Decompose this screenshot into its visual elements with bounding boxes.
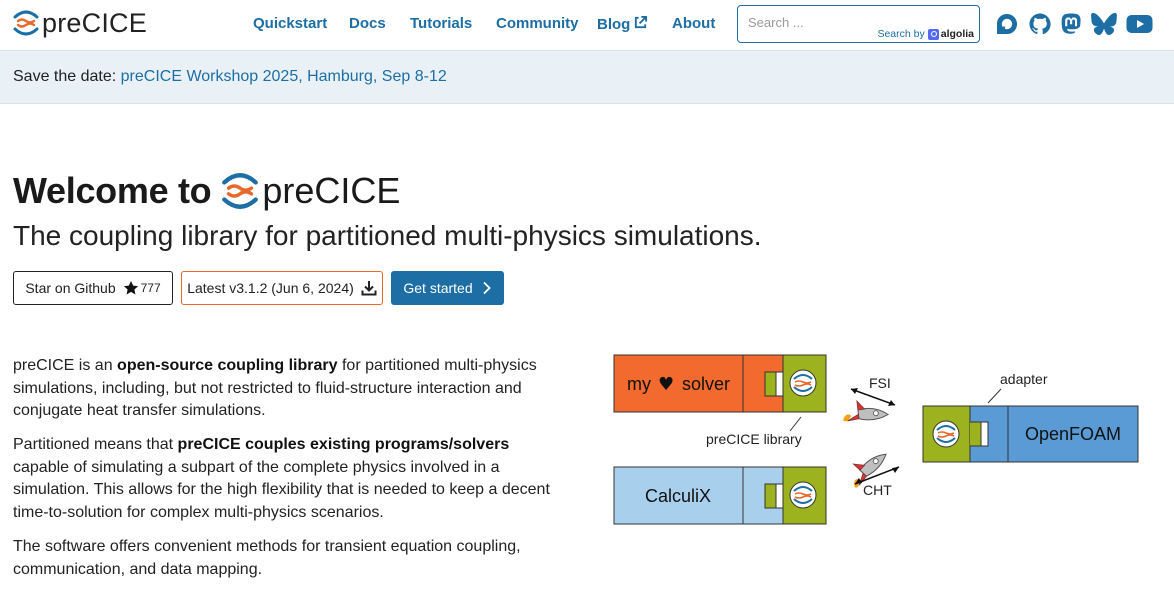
intro-p1-text-a: preCICE is an <box>13 357 118 374</box>
precice-library-label: preCICE library <box>706 431 802 447</box>
search-box: Search by algolia <box>737 5 980 43</box>
nav-docs[interactable]: Docs <box>349 15 386 32</box>
latest-release-button[interactable]: Latest v3.1.2 (Jun 6, 2024) <box>181 271 383 305</box>
banner-text: Save the date: preCICE Workshop 2025, Ha… <box>13 68 447 86</box>
brand-logo[interactable]: preCICE <box>13 9 147 37</box>
get-started-label: Get started <box>403 280 473 296</box>
hero-brand-name: preCICE <box>262 170 401 211</box>
banner-prefix: Save the date: <box>13 68 117 85</box>
youtube-icon[interactable] <box>1126 12 1153 36</box>
star-button-label: Star on Github <box>25 280 116 296</box>
nav-blog[interactable]: Blog <box>597 15 648 33</box>
precice-logo-icon <box>13 10 39 36</box>
nav-blog-label: Blog <box>597 16 631 33</box>
brand-name: preCICE <box>42 7 147 38</box>
hero-logo: preCICE <box>221 170 400 212</box>
announcement-banner: Save the date: preCICE Workshop 2025, Ha… <box>0 50 1174 104</box>
nav-tutorials[interactable]: Tutorials <box>410 15 472 32</box>
coupling-diagram: my ♥ solver preCICE library CalculiX FSI… <box>613 354 1139 525</box>
solver-openfoam-block: OpenFOAM <box>922 405 1139 463</box>
solver-calculix-block: CalculiX <box>613 466 827 525</box>
intro-paragraph-3: The software offers convenient methods f… <box>13 538 521 578</box>
nav-community[interactable]: Community <box>496 15 579 32</box>
chevron-right-icon <box>482 281 491 295</box>
cht-label: CHT <box>863 482 892 498</box>
navbar: preCICE Quickstart Docs Tutorials Commun… <box>0 0 1174 50</box>
solver3-label: OpenFOAM <box>1025 424 1121 444</box>
fsi-rocket-icon <box>842 398 890 436</box>
welcome-text: Welcome to <box>13 170 212 211</box>
bluesky-icon[interactable] <box>1091 12 1117 36</box>
heart-icon: ♥ <box>658 374 674 395</box>
nav-about[interactable]: About <box>672 15 715 32</box>
discourse-icon[interactable] <box>995 12 1019 36</box>
external-link-icon <box>635 15 648 29</box>
solver1-label-a: my <box>627 374 651 394</box>
mastodon-icon[interactable] <box>1060 12 1083 36</box>
algolia-icon <box>927 28 939 40</box>
intro-p2-text-a: Partitioned means that <box>13 436 178 453</box>
intro-paragraph-1: preCICE is an open-source coupling libra… <box>13 355 563 423</box>
download-icon <box>361 281 377 296</box>
intro-p2-text-c: capable of simulating a subpart of the c… <box>13 458 550 522</box>
algolia-label: algolia <box>940 28 974 40</box>
intro-p1-bold: open-source coupling library <box>117 357 338 374</box>
solver1-label-b: solver <box>682 374 730 394</box>
intro-p2-bold: preCICE couples existing programs/solver… <box>177 436 510 453</box>
solver-my-solver-block: my ♥ solver <box>613 354 827 413</box>
get-started-button[interactable]: Get started <box>391 271 504 305</box>
precice-logo-icon <box>222 173 259 209</box>
page-title: Welcome to preCICE <box>13 170 400 212</box>
nav-quickstart[interactable]: Quickstart <box>253 15 327 32</box>
fsi-label: FSI <box>869 375 891 391</box>
latest-release-label: Latest v3.1.2 (Jun 6, 2024) <box>187 280 354 296</box>
intro-paragraph-2: Partitioned means that preCICE couples e… <box>13 434 563 525</box>
star-count: 777 <box>140 281 161 295</box>
solver2-label: CalculiX <box>645 486 711 506</box>
adapter-label: adapter <box>1000 371 1048 387</box>
star-on-github-button[interactable]: Star on Github 777 <box>13 271 173 305</box>
github-icon[interactable] <box>1028 12 1052 36</box>
workshop-link[interactable]: preCICE Workshop 2025, Hamburg, Sep 8-12 <box>121 68 447 85</box>
search-by-label: Search by <box>877 28 925 40</box>
star-icon <box>123 281 138 295</box>
page-subtitle: The coupling library for partitioned mul… <box>13 220 762 251</box>
algolia-attribution[interactable]: Search by algolia <box>877 28 974 40</box>
